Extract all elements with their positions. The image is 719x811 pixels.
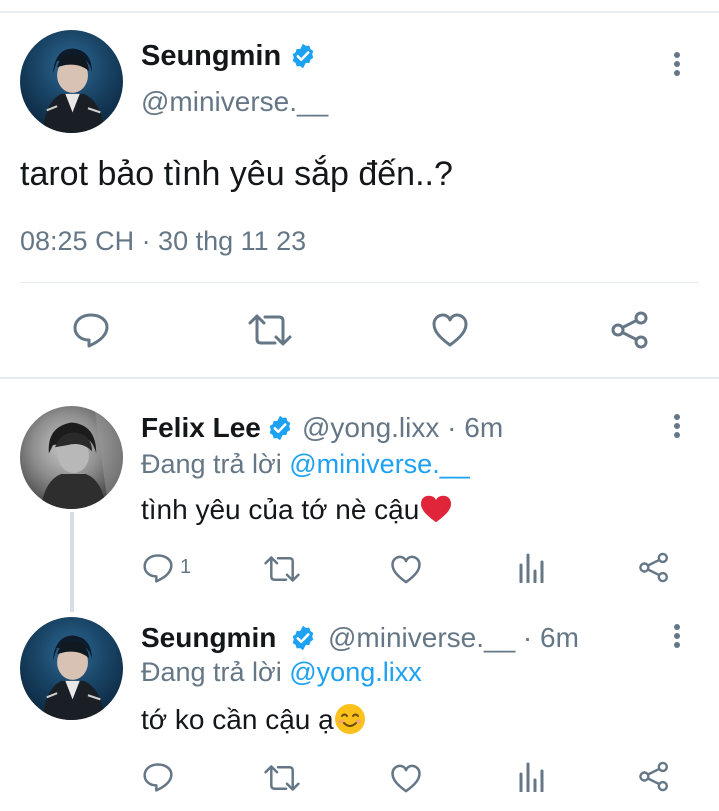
share-icon [639, 552, 668, 583]
like-icon [432, 313, 468, 347]
reply-2-retweet-button[interactable] [263, 764, 301, 792]
reply-1-reply-count: 1 [180, 556, 192, 578]
reply-1-share-button[interactable] [638, 552, 670, 583]
reply-2-text: tớ ko cần cậu ạ [141, 703, 366, 736]
top-divider [0, 11, 719, 13]
reply-1-author-handle[interactable]: @yong.lixx · 6m [302, 412, 503, 444]
section-divider [0, 377, 719, 379]
reply-1-reply-button[interactable] [142, 553, 174, 583]
like-button[interactable] [431, 313, 469, 347]
tweet-detail-page: Seungmin @miniverse.__ tarot bảo tình yê… [0, 0, 719, 811]
avatar-photo-icon [42, 48, 105, 133]
more-options-icon[interactable] [672, 414, 682, 440]
analytics-icon [519, 553, 544, 583]
reply-icon [143, 763, 173, 792]
main-tweet-timestamp[interactable]: 08:25 CH · 30 thg 11 23 [20, 226, 306, 257]
main-tweet-author-handle[interactable]: @miniverse.__ [141, 86, 328, 118]
retweet-icon [248, 314, 292, 346]
reply-1-author-name[interactable]: Felix Lee [141, 412, 261, 444]
smile-emoji-icon [334, 703, 365, 734]
like-icon [391, 764, 421, 793]
main-tweet-text: tarot bảo tình yêu sắp đến..? [20, 155, 453, 193]
reply-2-author-handle[interactable]: @miniverse.__ · 6m [328, 622, 579, 654]
share-button[interactable] [610, 311, 650, 349]
replying-to-link[interactable]: @yong.lixx [289, 657, 421, 687]
thread-connector-line [70, 512, 74, 612]
verified-badge-icon [292, 43, 314, 69]
share-icon [639, 761, 668, 792]
reply-1-like-button[interactable] [390, 555, 422, 584]
avatar-photo-icon [40, 406, 123, 509]
reply-2-replying-to: Đang trả lời @yong.lixx [141, 657, 422, 688]
main-tweet-author-name[interactable]: Seungmin [141, 40, 281, 73]
more-options-icon[interactable] [672, 624, 682, 650]
reply-2-share-button[interactable] [638, 761, 670, 792]
reply-2-analytics-button[interactable] [518, 762, 546, 792]
verified-badge-icon [269, 415, 291, 441]
like-icon [391, 555, 421, 584]
reply-1-analytics-button[interactable] [518, 553, 546, 583]
reply-2-like-button[interactable] [390, 764, 422, 793]
reply-icon [73, 313, 109, 348]
retweet-button[interactable] [247, 313, 293, 347]
replying-prefix: Đang trả lời [141, 449, 290, 479]
reply-2-text-content: tớ ko cần cậu ạ [141, 704, 334, 735]
reply-button[interactable] [72, 312, 110, 348]
share-icon [611, 311, 648, 349]
reply-2-author-name[interactable]: Seungmin [141, 622, 276, 654]
retweet-icon [264, 556, 300, 582]
replying-prefix: Đang trả lời [141, 657, 290, 687]
reply-1-retweet-button[interactable] [263, 555, 301, 583]
avatar-photo-icon [42, 635, 105, 720]
reply-2-avatar[interactable] [20, 617, 123, 720]
reply-1-text: tình yêu của tớ nè cậu [141, 494, 453, 526]
analytics-icon [519, 762, 544, 792]
retweet-icon [264, 765, 300, 791]
reply-icon [143, 554, 173, 583]
heart-emoji-icon [421, 495, 452, 522]
reply-1-replying-to: Đang trả lời @miniverse.__ [141, 449, 470, 480]
reply-1-avatar[interactable] [20, 406, 123, 509]
more-options-icon[interactable] [672, 52, 682, 78]
main-tweet-avatar[interactable] [20, 30, 123, 133]
replying-to-link[interactable]: @miniverse.__ [289, 449, 469, 479]
meta-divider [20, 282, 699, 283]
reply-1-text-content: tình yêu của tớ nè cậu [141, 494, 420, 525]
verified-badge-icon [292, 625, 314, 651]
reply-2-reply-button[interactable] [142, 762, 174, 792]
